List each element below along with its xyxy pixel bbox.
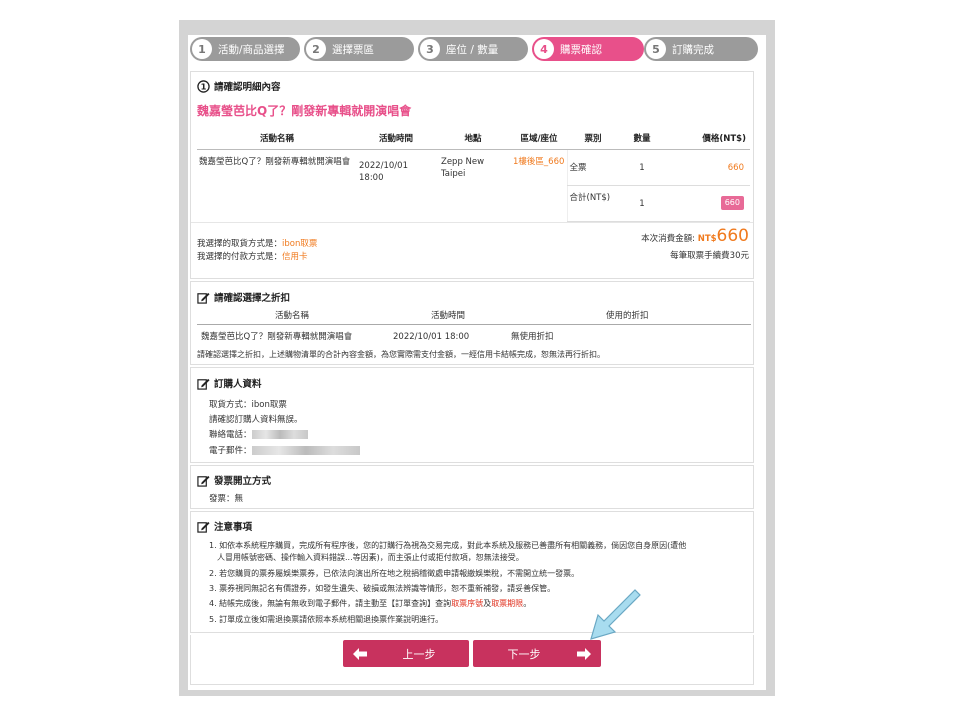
col-header: 數量 [619, 127, 665, 150]
seat-cell: 1樓後區_660 [513, 156, 565, 167]
total-amount: 本次消費金額: NT$660 [641, 226, 749, 246]
order-details-section: 1 請確認明細內容 魏嘉瑩芭比Q了？剛發新專輯就開演唱會 活動名稱 活動時間 地… [190, 71, 754, 279]
note-item: 3. 票券視同無記名有價證券，如發生遺失、破損或無法辨識等情形，恕不重新補發，請… [209, 584, 556, 593]
step-label: 座位 / 數量 [446, 43, 499, 56]
divider [191, 222, 753, 223]
page-frame: 1 活動/商品選擇 2 選擇票區 3 座位 / 數量 4 購票確認 5 訂購完成 [179, 20, 775, 696]
step-label: 訂購完成 [672, 43, 714, 56]
step-2: 2 選擇票區 [304, 37, 414, 61]
step-label: 活動/商品選擇 [218, 43, 285, 56]
blurred-email [251, 446, 360, 455]
ticket-type-cell: 全票 [566, 149, 619, 186]
subtotal-price-cell: 660 [665, 185, 750, 222]
col-header: 價格(NT$) [665, 127, 750, 150]
col-header: 活動時間 [357, 127, 435, 150]
note-item: 5. 訂單成立後如需退換票請依照本系統相關退換票作業說明進行。 [209, 615, 444, 624]
step-number: 5 [646, 39, 666, 59]
step-4: 4 購票確認 [532, 37, 644, 61]
note-item: 4. 結帳完成後，無論有無收到電子郵件，請主動至【訂單查詢】查詢取票序號及取票期… [209, 599, 532, 608]
pickup-line: 我選擇的取貨方式是：ibon取票 [197, 239, 318, 249]
col-header: 地點 [435, 127, 511, 150]
invoice-section: 發票開立方式 發票：無 [190, 465, 754, 509]
note-item: 人冒用帳號密碼、操作輸入資料錯誤...等因素)，而主張止付或拒付款項，恕無法接受… [217, 553, 524, 562]
discount-event-name: 魏嘉瑩芭比Q了？剛發新專輯就開演唱會 [201, 332, 353, 342]
table-row: 魏嘉瑩芭比Q了？剛發新專輯就開演唱會 2022/10/01 18:00 Zepp… [197, 149, 750, 186]
pickup-serial-link[interactable]: 取票序號 [451, 599, 483, 608]
step-3: 3 座位 / 數量 [418, 37, 528, 61]
price-cell: 660 [665, 149, 750, 186]
section-title: 注意事項 [197, 519, 252, 533]
step-number: 3 [420, 39, 440, 59]
arrow-left-icon [353, 647, 367, 660]
pointer-arrow-icon [590, 589, 641, 640]
email-line: 電子郵件： [209, 445, 360, 457]
number-one-icon: 1 [197, 79, 210, 93]
section-title: 請確認選擇之折扣 [197, 290, 290, 304]
arrow-right-icon [577, 647, 591, 660]
section-title: 訂購人資料 [197, 376, 262, 390]
col-header: 活動名稱 [197, 127, 357, 150]
step-label: 選擇票區 [332, 43, 374, 56]
event-name-cell: 魏嘉瑩芭比Q了？剛發新專輯就開演唱會 [199, 156, 351, 167]
edit-icon [197, 475, 210, 487]
event-time-cell: 2022/10/01 18:00 [359, 160, 408, 183]
payment-line: 我選擇的付款方式是：信用卡 [197, 252, 308, 262]
order-table: 活動名稱 活動時間 地點 區域/座位 票別 數量 價格(NT$) 魏嘉瑩芭比Q了… [197, 127, 750, 222]
section-title: 發票開立方式 [197, 473, 271, 487]
discount-value: 無使用折扣 [511, 332, 554, 342]
buyer-pickup: 取貨方式：ibon取票 [209, 400, 287, 410]
notes-section: 注意事項 1. 如依本系統程序購買，完成所有程序後，您的訂購行為視為交易完成，對… [190, 511, 754, 633]
subtotal-label-cell: 合計(NT$) [566, 185, 619, 222]
prev-button[interactable]: 上一步 [343, 640, 469, 667]
subtotal-qty-cell: 1 [619, 185, 665, 222]
step-number: 2 [306, 39, 326, 59]
progress-steps: 1 活動/商品選擇 2 選擇票區 3 座位 / 數量 4 購票確認 5 訂購完成 [190, 37, 758, 61]
edit-icon [197, 292, 210, 304]
content-panel: 1 活動/商品選擇 2 選擇票區 3 座位 / 數量 4 購票確認 5 訂購完成 [188, 35, 766, 690]
step-label: 購票確認 [560, 43, 602, 56]
col-header: 活動時間 [431, 311, 466, 321]
edit-icon [197, 521, 210, 533]
pickup-deadline-link[interactable]: 取票期限 [491, 599, 523, 608]
phone-line: 聯絡電話： [209, 429, 308, 441]
svg-text:1: 1 [201, 81, 207, 91]
edit-icon [197, 378, 210, 390]
step-1: 1 活動/商品選擇 [190, 37, 300, 61]
divider [197, 324, 751, 325]
step-number: 4 [534, 39, 554, 59]
total-value: 660 [716, 226, 749, 246]
next-button[interactable]: 下一步 [473, 640, 601, 667]
col-header: 區域/座位 [511, 127, 567, 150]
invoice-value: 發票：無 [209, 494, 244, 504]
note-item: 2. 若您購買的票券屬娛樂票券，已依法向演出所在地之稅捐稽徵處申請報繳娛樂稅，不… [209, 569, 580, 578]
fee-note: 每筆取票手續費30元 [670, 251, 749, 261]
step-5: 5 訂購完成 [644, 37, 758, 61]
col-header: 使用的折扣 [606, 311, 649, 321]
subtotal-badge: 660 [720, 195, 744, 210]
step-number: 1 [192, 39, 212, 59]
payment-value: 信用卡 [282, 252, 308, 262]
note-item: 1. 如依本系統程序購買，完成所有程序後，您的訂購行為視為交易完成，對此本系統及… [209, 541, 687, 550]
discount-warning: 請確認選擇之折扣，上述購物清單的合計內容金額，為您實際需支付金額，一經信用卡結帳… [197, 350, 605, 359]
pickup-value: ibon取票 [282, 239, 318, 249]
footer-section: 上一步 下一步 [190, 635, 754, 685]
discount-section: 請確認選擇之折扣 活動名稱 活動時間 使用的折扣 魏嘉瑩芭比Q了？剛發新專輯就開… [190, 281, 754, 365]
blurred-phone [251, 430, 308, 439]
col-header: 活動名稱 [275, 311, 310, 321]
qty-cell: 1 [619, 149, 665, 186]
section-title: 1 請確認明細內容 [197, 79, 281, 93]
event-title: 魏嘉瑩芭比Q了？剛發新專輯就開演唱會 [197, 104, 412, 118]
buyer-check-note: 請確認訂購人資料無誤。 [209, 415, 303, 425]
col-header: 票別 [567, 127, 619, 150]
venue-cell: Zepp New Taipei [441, 156, 485, 179]
buyer-section: 訂購人資料 取貨方式：ibon取票 請確認訂購人資料無誤。 聯絡電話： 電子郵件… [190, 367, 754, 463]
discount-event-time: 2022/10/01 18:00 [393, 332, 470, 342]
